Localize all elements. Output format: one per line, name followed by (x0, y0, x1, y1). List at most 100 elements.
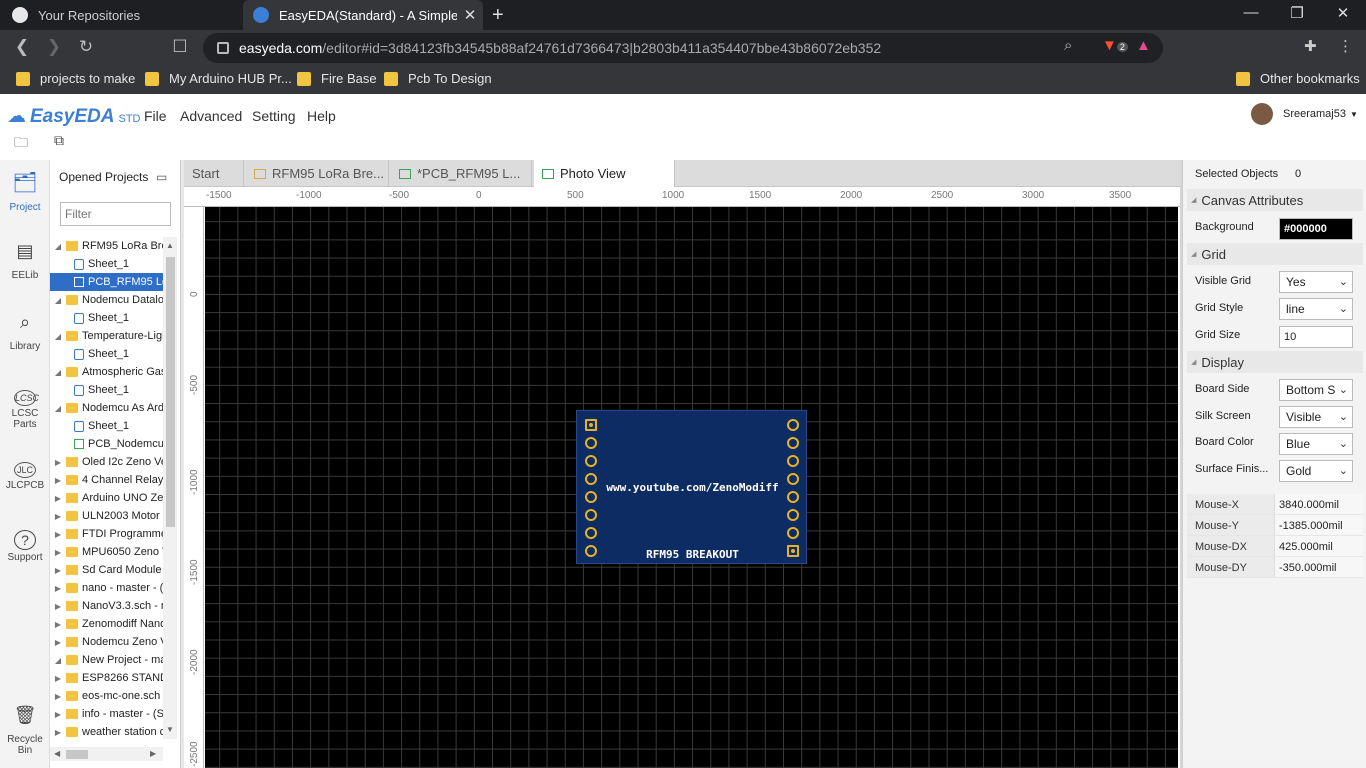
photo-view-icon[interactable]: ⧉ (54, 132, 64, 149)
board-color-select[interactable]: Blue ⌄ (1279, 433, 1353, 455)
tree-project-item[interactable]: ◢ Temperature-Light (50, 327, 163, 345)
new-tab-button[interactable]: + (492, 4, 504, 27)
canvas-attributes-section[interactable]: ◢ Canvas Attributes (1187, 189, 1363, 211)
menu-advanced[interactable]: Advanced (180, 108, 242, 124)
tree-sheet-item[interactable]: Sheet_1 (50, 255, 163, 273)
tree-project-item[interactable]: ▶ MPU6050 Zeno V (50, 543, 163, 561)
filter-input[interactable] (60, 202, 171, 226)
bookmark-arduino-hub[interactable]: My Arduino HUB Pr... (145, 71, 292, 86)
scroll-thumb[interactable] (166, 257, 175, 527)
menu-help[interactable]: Help (307, 108, 336, 124)
maximize-button[interactable]: ❐ (1275, 4, 1319, 22)
collapsed-arrow-icon[interactable]: ▶ (52, 494, 64, 503)
tree-project-item[interactable]: ▶ ESP8266 STAND (50, 669, 163, 687)
scroll-up-icon[interactable]: ▲ (166, 241, 174, 250)
back-button[interactable]: ❮ (10, 37, 34, 57)
open-folder-icon[interactable]: 🗀 (14, 132, 28, 156)
tree-sheet-item[interactable]: Sheet_1 (50, 345, 163, 363)
user-menu[interactable]: Sreeramaj53 ▼ (1251, 103, 1358, 125)
silk-screen-select[interactable]: Visible ⌄ (1279, 406, 1353, 428)
board-side-select[interactable]: Bottom S ⌄ (1279, 379, 1353, 401)
collapsed-arrow-icon[interactable]: ▶ (52, 548, 64, 557)
collapsed-arrow-icon[interactable]: ▶ (52, 476, 64, 485)
tab-rfm95-project[interactable]: RFM95 LoRa Bre... (246, 160, 389, 187)
rail-lcsc-parts[interactable]: LCSC LCSC Parts (0, 390, 50, 430)
tree-project-item[interactable]: ▶ eos-mc-one.sch - (50, 687, 163, 705)
collapsed-arrow-icon[interactable]: ▶ (52, 692, 64, 701)
tree-project-item[interactable]: ◢ Nodemcu Datalogger (50, 291, 163, 309)
bookmark-icon[interactable]: ☐ (168, 37, 192, 57)
collapsed-arrow-icon[interactable]: ▶ (52, 728, 64, 737)
forward-button[interactable]: ❯ (42, 37, 66, 57)
close-tab-icon[interactable]: ✕ (457, 6, 483, 24)
grid-size-input[interactable]: 10 (1279, 326, 1353, 348)
zoom-search-icon[interactable]: ⌕ (1064, 37, 1072, 54)
tree-sheet-item[interactable]: Sheet_1 (50, 417, 163, 435)
tree-project-item[interactable]: ▶ Nodemcu Zeno V (50, 633, 163, 651)
scroll-right-icon[interactable]: ▶ (150, 749, 156, 758)
tree-project-item[interactable]: ▶ Oled I2c Zeno Ve (50, 453, 163, 471)
tree-project-item[interactable]: ▶ FTDI Programme (50, 525, 163, 543)
other-bookmarks[interactable]: Other bookmarks (1236, 71, 1360, 86)
expanded-arrow-icon[interactable]: ◢ (52, 332, 64, 341)
collapsed-arrow-icon[interactable]: ▶ (52, 566, 64, 575)
calendar-icon[interactable]: ▭ (156, 170, 167, 184)
tree-project-item[interactable]: ◢ RFM95 LoRa Breakout (50, 237, 163, 255)
rail-eelib[interactable]: ▤ EELib (0, 242, 50, 281)
tree-sheet-item[interactable]: Sheet_1 (50, 381, 163, 399)
pcb-board[interactable]: www.youtube.com/ZenoModiff RFM95 BREAKOU… (576, 410, 807, 564)
tree-project-item[interactable]: ▶ Zenomodiff Nano (50, 615, 163, 633)
tree-horizontal-scrollbar[interactable]: ◀ ▶ (50, 747, 163, 761)
reload-button[interactable]: ↻ (74, 37, 98, 57)
expanded-arrow-icon[interactable]: ◢ (52, 656, 64, 665)
bookmark-projects[interactable]: projects to make (16, 71, 135, 86)
tree-vertical-scrollbar[interactable]: ▲ ▼ (163, 237, 177, 739)
tree-project-item[interactable]: ▶ weather station c (50, 723, 163, 739)
collapsed-arrow-icon[interactable]: ▶ (52, 584, 64, 593)
tab-pcb-rfm95[interactable]: *PCB_RFM95 L... (391, 160, 532, 187)
tree-project-item[interactable]: ◢ New Project - ma (50, 651, 163, 669)
bookmark-pcb-to-design[interactable]: Pcb To Design (384, 71, 492, 86)
tree-project-item[interactable]: ▶ info - master - (Si (50, 705, 163, 723)
tab-start[interactable]: Start (184, 160, 244, 187)
tree-project-item[interactable]: ▶ ULN2003 Motor D (50, 507, 163, 525)
collapsed-arrow-icon[interactable]: ▶ (52, 512, 64, 521)
menu-setting[interactable]: Setting (252, 108, 296, 124)
minimize-button[interactable]: — (1229, 4, 1273, 21)
close-window-button[interactable]: ✕ (1321, 4, 1365, 22)
extensions-icon[interactable]: ✚ (1304, 37, 1317, 55)
grid-section[interactable]: ◢ Grid (1187, 243, 1363, 265)
scroll-down-icon[interactable]: ▼ (166, 725, 174, 734)
scroll-left-icon[interactable]: ◀ (54, 749, 60, 758)
browser-menu-icon[interactable]: ⋮ (1338, 37, 1353, 55)
browser-tab-repositories[interactable]: Your Repositories (0, 0, 243, 30)
tree-pcb-item[interactable]: PCB_Nodemcu (50, 435, 163, 453)
grid-style-select[interactable]: line ⌄ (1279, 298, 1353, 320)
expanded-arrow-icon[interactable]: ◢ (52, 368, 64, 377)
photo-view-canvas[interactable]: www.youtube.com/ZenoModiff RFM95 BREAKOU… (205, 207, 1178, 768)
tree-project-item[interactable]: ◢ Atmospheric Gas (50, 363, 163, 381)
brave-shield-icon[interactable]: ▼ 2 (1102, 37, 1128, 54)
tree-project-item[interactable]: ◢ Nodemcu As Arduino (50, 399, 163, 417)
collapsed-arrow-icon[interactable]: ▶ (52, 458, 64, 467)
rail-jlcpcb[interactable]: JLC JLCPCB (0, 462, 50, 491)
background-color-input[interactable]: #000000 (1279, 218, 1353, 240)
tree-project-item[interactable]: ▶ 4 Channel Relay (50, 471, 163, 489)
brave-rewards-icon[interactable]: ▲ (1136, 37, 1151, 54)
tree-project-item[interactable]: ▶ Sd Card Module - (50, 561, 163, 579)
collapsed-arrow-icon[interactable]: ▶ (52, 674, 64, 683)
expanded-arrow-icon[interactable]: ◢ (52, 296, 64, 305)
tree-project-item[interactable]: ▶ NanoV3.3.sch - m (50, 597, 163, 615)
visible-grid-select[interactable]: Yes ⌄ (1279, 271, 1353, 293)
collapsed-arrow-icon[interactable]: ▶ (52, 620, 64, 629)
address-bar[interactable]: easyeda.com /editor#id=3d84123fb34545b88… (203, 33, 1163, 63)
scroll-thumb[interactable] (66, 750, 88, 759)
expanded-arrow-icon[interactable]: ◢ (52, 242, 64, 251)
display-section[interactable]: ◢ Display (1187, 351, 1363, 373)
collapsed-arrow-icon[interactable]: ▶ (52, 602, 64, 611)
expanded-arrow-icon[interactable]: ◢ (52, 404, 64, 413)
browser-tab-easyeda[interactable]: EasyEDA(Standard) - A Simple and ✕ (243, 0, 483, 30)
tree-sheet-item[interactable]: Sheet_1 (50, 309, 163, 327)
tree-pcb-item[interactable]: PCB_RFM95 LoRa (50, 273, 163, 291)
tree-project-item[interactable]: ▶ Arduino UNO Zen (50, 489, 163, 507)
